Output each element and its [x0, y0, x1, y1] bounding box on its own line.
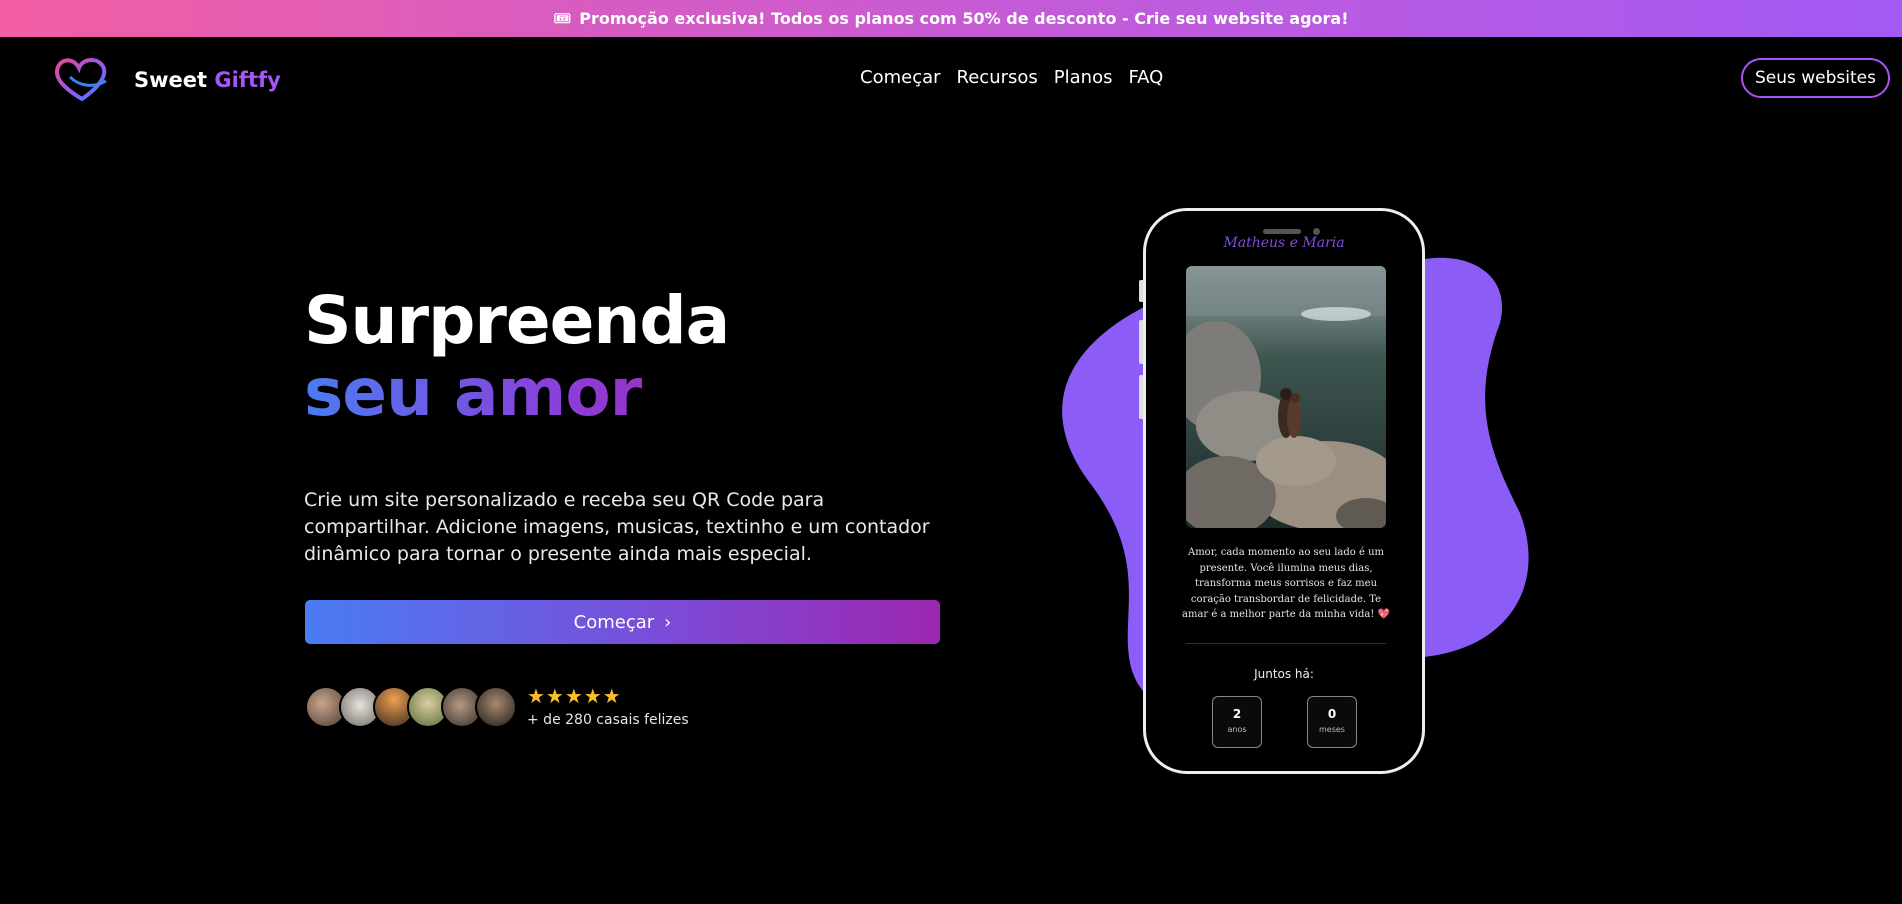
hero-title-line1: Surpreenda	[304, 282, 730, 359]
nav-menu: Começar Recursos Planos FAQ	[860, 67, 1163, 88]
nav-link-recursos[interactable]: Recursos	[957, 67, 1038, 88]
rating-block: ★★★★★ + de 280 casais felizes	[527, 686, 689, 728]
hero-description: Crie um site personalizado e receba seu …	[304, 489, 930, 565]
happy-couples-text: + de 280 casais felizes	[527, 712, 689, 728]
phone-camera	[1313, 228, 1320, 235]
start-button[interactable]: Começar ›	[305, 600, 940, 644]
social-proof: ★★★★★ + de 280 casais felizes	[305, 686, 689, 728]
start-button-label: Começar	[573, 611, 655, 633]
ticket-icon: 🎟	[553, 10, 572, 27]
together-label: Juntos há:	[1254, 667, 1314, 681]
counter-months: 0 meses	[1307, 696, 1357, 748]
chevron-right-icon: ›	[664, 611, 672, 633]
hero-title-line2: seu amor	[304, 357, 729, 429]
promo-text: Promoção exclusiva! Todos os planos com …	[579, 9, 1349, 28]
nav-link-comecar[interactable]: Começar	[860, 67, 941, 88]
counter-years-unit: anos	[1227, 725, 1247, 734]
counter-years-value: 2	[1232, 707, 1242, 721]
counter-months-value: 0	[1327, 707, 1337, 721]
counter-months-unit: meses	[1319, 725, 1345, 734]
couple-name: Matheus e Maria	[1223, 235, 1345, 251]
avatar	[475, 686, 517, 728]
phone-speaker	[1263, 229, 1301, 234]
counter-years: 2 anos	[1212, 696, 1262, 748]
avatar-group	[305, 686, 517, 728]
star-rating-icon: ★★★★★	[527, 684, 622, 708]
logo[interactable]: Sweet Giftfy	[52, 55, 281, 105]
phone-mockup: Matheus e Maria Amor, cada momento ao se…	[1143, 208, 1425, 774]
promo-banner[interactable]: 🎟 Promoção exclusiva! Todos os planos co…	[0, 0, 1902, 37]
nav-link-planos[interactable]: Planos	[1054, 67, 1113, 88]
navbar: Sweet Giftfy Começar Recursos Planos FAQ…	[0, 37, 1902, 117]
brand-name: Sweet Giftfy	[134, 68, 281, 92]
heart-logo-icon	[55, 58, 107, 102]
nav-link-faq[interactable]: FAQ	[1128, 67, 1163, 88]
my-websites-button[interactable]: Seus websites	[1740, 58, 1890, 98]
couple-photo	[1186, 266, 1386, 528]
message-divider	[1186, 643, 1386, 644]
love-message: Amor, cada momento ao seu lado é um pres…	[1182, 547, 1390, 620]
hero-title: Surpreenda seu amor	[304, 282, 730, 429]
